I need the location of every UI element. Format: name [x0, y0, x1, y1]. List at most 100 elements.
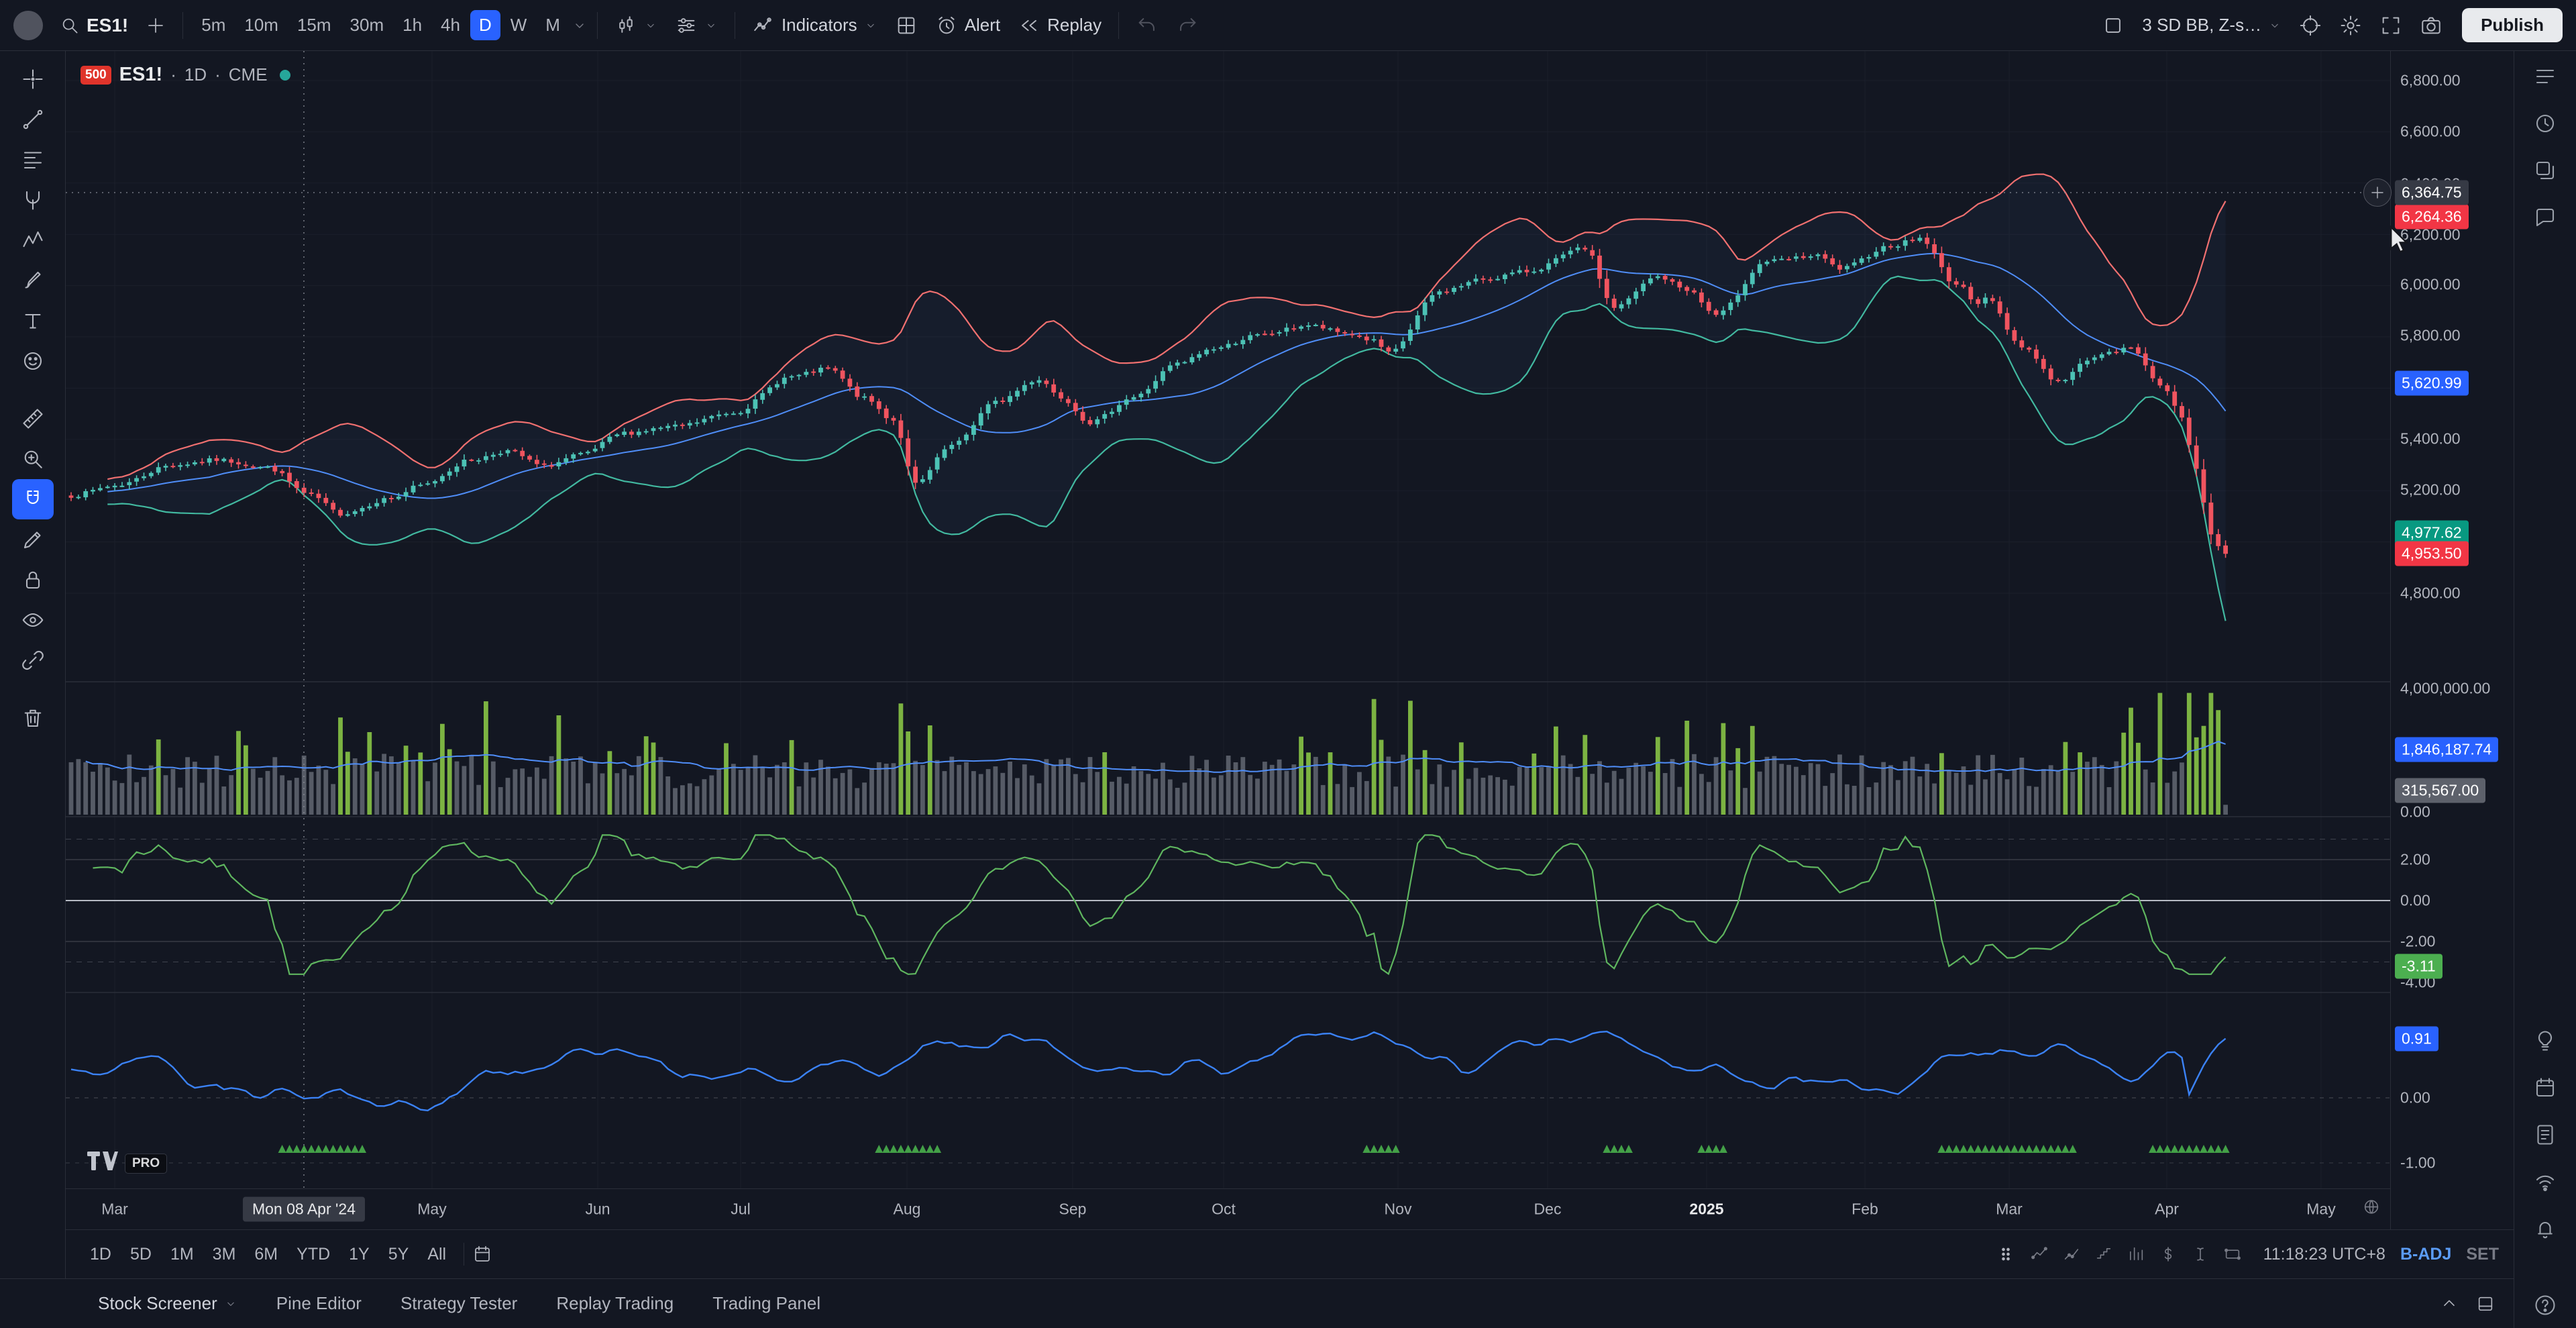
- trend-line-tool[interactable]: [12, 99, 54, 140]
- chat-panel-button[interactable]: [2533, 205, 2557, 229]
- interval-chevron-icon[interactable]: [572, 17, 588, 34]
- interval-button-5m[interactable]: 5m: [193, 10, 234, 40]
- alerts-panel-button[interactable]: [2533, 111, 2557, 136]
- fib-retracement-tool[interactable]: [12, 140, 54, 180]
- screenshot-button[interactable]: [2412, 9, 2450, 42]
- layout-select-button[interactable]: [888, 9, 925, 42]
- polyline-tool[interactable]: [2062, 1245, 2081, 1264]
- quick-search-button[interactable]: [2292, 9, 2329, 42]
- interval-button-M[interactable]: M: [537, 10, 569, 40]
- bars-tool[interactable]: [2127, 1245, 2145, 1264]
- fullscreen-button[interactable]: [2372, 9, 2410, 42]
- text-cursor-tool[interactable]: [2191, 1245, 2210, 1264]
- interval-button-W[interactable]: W: [502, 10, 536, 40]
- undo-button[interactable]: [1128, 9, 1166, 42]
- save-layout-button[interactable]: [2094, 9, 2132, 42]
- legend-separator: ·: [215, 64, 221, 85]
- chart-settings-button[interactable]: [2332, 9, 2369, 42]
- range-button-3M[interactable]: 3M: [203, 1241, 246, 1268]
- pattern-tool[interactable]: [12, 220, 54, 260]
- interval-button-10m[interactable]: 10m: [235, 10, 287, 40]
- panel-tab-replay-trading[interactable]: Replay Trading: [547, 1288, 683, 1319]
- range-button-1Y[interactable]: 1Y: [339, 1241, 379, 1268]
- interval-button-4h[interactable]: 4h: [432, 10, 469, 40]
- notifications-panel-button[interactable]: [2533, 1217, 2557, 1241]
- replay-button[interactable]: Replay: [1010, 9, 1109, 42]
- text-tool[interactable]: [12, 301, 54, 341]
- steps-tool[interactable]: [2094, 1245, 2113, 1264]
- ideas-panel-button[interactable]: [2533, 1029, 2557, 1053]
- drawing-mode-tool[interactable]: [12, 519, 54, 560]
- panel-tab-stock-screener[interactable]: Stock Screener: [89, 1288, 247, 1319]
- panel-tab-pine-editor[interactable]: Pine Editor: [267, 1288, 371, 1319]
- chart-canvas[interactable]: [66, 51, 2390, 1188]
- alert-button[interactable]: Alert: [928, 9, 1008, 42]
- go-to-date-button[interactable]: [472, 1244, 492, 1264]
- plus-icon: [146, 15, 166, 36]
- panel-tab-strategy-tester[interactable]: Strategy Tester: [391, 1288, 527, 1319]
- measure-tool[interactable]: [12, 399, 54, 439]
- adjustment-toggle[interactable]: B-ADJ: [2400, 1245, 2451, 1264]
- rectangle-tool[interactable]: [2223, 1245, 2242, 1264]
- object-tree-panel-button[interactable]: [2533, 158, 2557, 183]
- market-status-dot[interactable]: [279, 69, 290, 81]
- redo-button[interactable]: [1169, 9, 1206, 42]
- indicators-button[interactable]: Indicators: [745, 9, 885, 42]
- link-tool[interactable]: [12, 640, 54, 680]
- publish-button[interactable]: Publish: [2462, 8, 2563, 42]
- chart-area[interactable]: [66, 51, 2390, 1188]
- streams-panel-button[interactable]: [2533, 1170, 2557, 1194]
- magnet-tool[interactable]: [11, 479, 54, 519]
- price-label-tool[interactable]: [2159, 1245, 2178, 1264]
- price-axis[interactable]: 6,800.006,600.006,400.006,200.006,000.00…: [2390, 51, 2514, 1229]
- range-button-All[interactable]: All: [418, 1241, 455, 1268]
- restore-panel-icon[interactable]: [2476, 1294, 2495, 1313]
- time-axis-label: Oct: [1212, 1200, 1236, 1218]
- zoom-in-tool[interactable]: [12, 439, 54, 479]
- price-axis-label: 6,600.00: [2400, 122, 2461, 140]
- quick-trade-plus-button[interactable]: [2363, 178, 2392, 207]
- chart-type-button[interactable]: [607, 9, 665, 42]
- crosshair-tool[interactable]: [12, 59, 54, 99]
- range-button-YTD[interactable]: YTD: [287, 1241, 339, 1268]
- brush-tool[interactable]: [12, 260, 54, 301]
- tradingview-logo[interactable]: PRO: [87, 1152, 168, 1175]
- range-button-5D[interactable]: 5D: [121, 1241, 161, 1268]
- range-button-5Y[interactable]: 5Y: [379, 1241, 419, 1268]
- session-clock[interactable]: 11:18:23 UTC+8: [2263, 1245, 2385, 1264]
- chart-style-settings-button[interactable]: [667, 9, 725, 42]
- settlement-toggle[interactable]: SET: [2466, 1245, 2499, 1264]
- interval-button-1h[interactable]: 1h: [394, 10, 431, 40]
- time-axis[interactable]: Mar May Jun Jul Aug Sep Oct Nov Dec 2025 Feb Mar Apr…: [66, 1188, 2390, 1229]
- template-dropdown[interactable]: 3 SD BB, Z-s…: [2135, 9, 2289, 41]
- pitchfork-tool[interactable]: [12, 180, 54, 220]
- interval-button-D[interactable]: D: [470, 10, 500, 40]
- user-menu-button[interactable]: [13, 10, 43, 40]
- watchlist-panel-button[interactable]: [2533, 64, 2557, 89]
- drag-handle-icon[interactable]: [1996, 1245, 2015, 1264]
- pline-icon: [2062, 1245, 2081, 1264]
- pencil-icon: [21, 527, 45, 552]
- lock-drawings-tool[interactable]: [12, 560, 54, 600]
- emoji-tool[interactable]: [12, 341, 54, 381]
- help-button[interactable]: [2533, 1293, 2557, 1317]
- news-panel-button[interactable]: [2533, 1123, 2557, 1147]
- interval-button-30m[interactable]: 30m: [341, 10, 393, 40]
- hide-drawings-tool[interactable]: [12, 600, 54, 640]
- symbol-search-button[interactable]: ES1!: [52, 9, 136, 42]
- range-button-6M[interactable]: 6M: [245, 1241, 287, 1268]
- panel-tab-trading-panel[interactable]: Trading Panel: [703, 1288, 830, 1319]
- symbol-legend[interactable]: 500 ES1! · 1D · CME: [80, 64, 290, 86]
- legend-exchange: CME: [228, 64, 268, 85]
- expand-panel-icon[interactable]: [2440, 1294, 2459, 1313]
- range-button-1D[interactable]: 1D: [80, 1241, 121, 1268]
- interval-button-15m[interactable]: 15m: [288, 10, 340, 40]
- remove-drawings-tool[interactable]: [12, 698, 54, 738]
- calendar-panel-button[interactable]: [2533, 1076, 2557, 1100]
- marker-line-tool[interactable]: [2030, 1245, 2049, 1264]
- topbar-left-group: ES1! 5m 10m 15m 30m 1h 4h D W M Indicators: [13, 9, 1206, 42]
- compare-add-symbol-button[interactable]: [138, 10, 173, 41]
- range-button-1M[interactable]: 1M: [161, 1241, 203, 1268]
- timezone-button[interactable]: [2362, 1198, 2381, 1221]
- price-axis-label: 0.00: [2400, 803, 2430, 821]
